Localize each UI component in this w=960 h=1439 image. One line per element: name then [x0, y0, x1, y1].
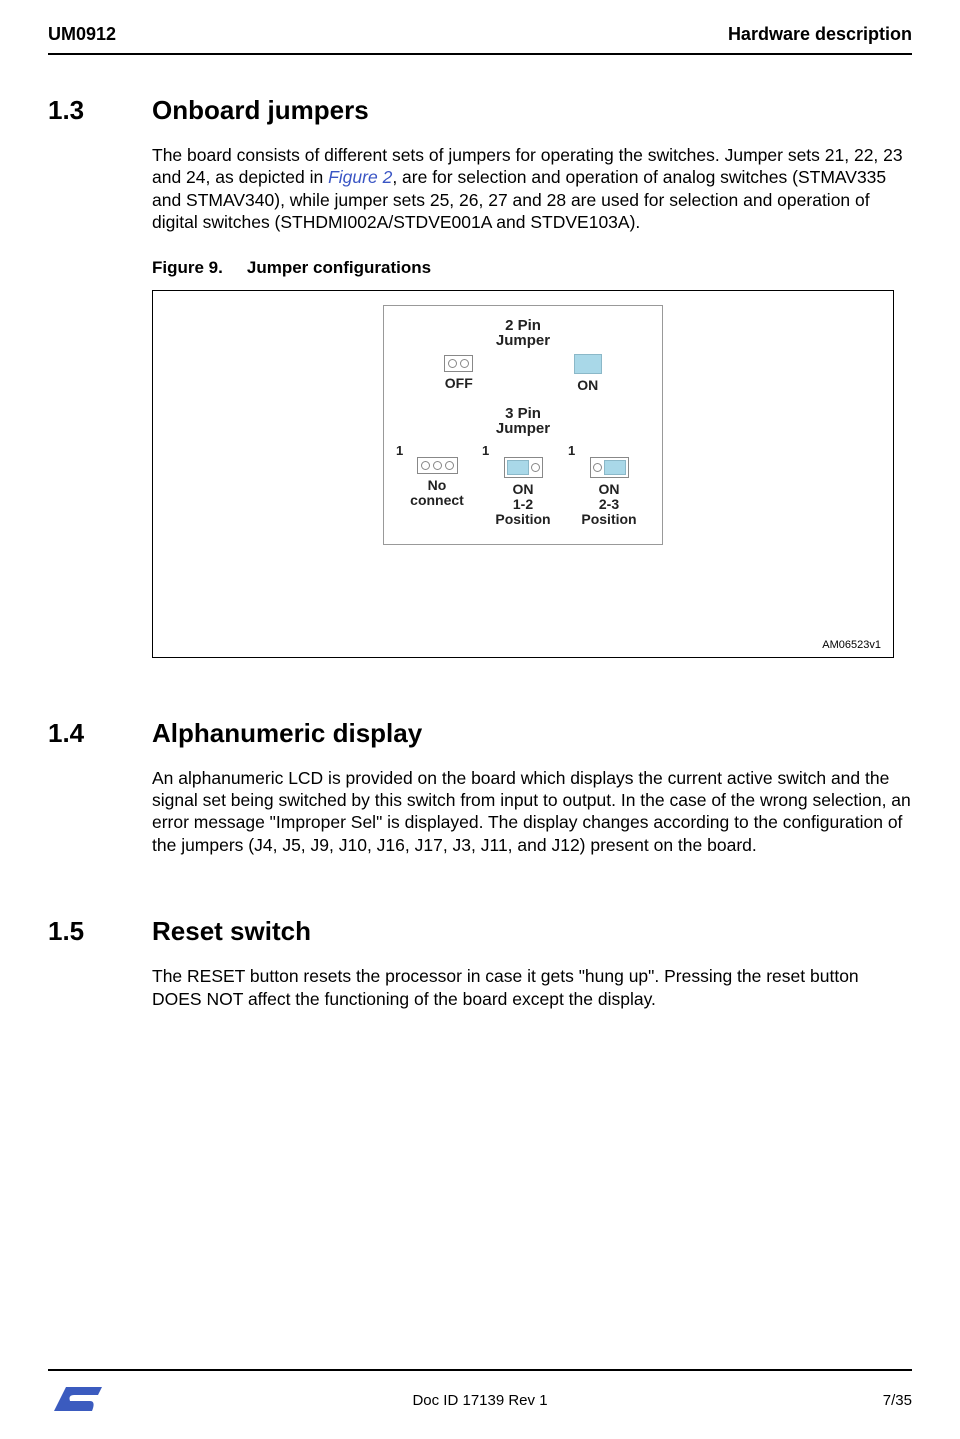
- jumper-3pin-noconnect: [417, 457, 458, 474]
- footer-docid: Doc ID 17139 Rev 1: [412, 1392, 547, 1409]
- heading-title: Alphanumeric display: [152, 718, 422, 749]
- heading-title: Onboard jumpers: [152, 95, 369, 126]
- label-2pin: 2 Pin Jumper: [394, 318, 652, 348]
- pin1-mark: 1: [394, 444, 480, 457]
- label-off: OFF: [445, 376, 473, 391]
- figure-label: Figure 9.: [152, 258, 223, 277]
- jumper-3pin-23: [590, 457, 629, 478]
- label-on23: ON 2-3 Position: [581, 482, 636, 526]
- heading-num: 1.3: [48, 95, 112, 126]
- label-on: ON: [577, 378, 598, 393]
- figure-diagram: 2 Pin Jumper OFF ON 3 Pin Jumper 1: [383, 305, 663, 546]
- para-1-5: The RESET button resets the processor in…: [152, 965, 912, 1010]
- figure-caption: Figure 9. Jumper configurations: [152, 258, 912, 278]
- label-3pin: 3 Pin Jumper: [394, 406, 652, 436]
- label-noconnect: No connect: [410, 478, 464, 507]
- st-logo-icon: [48, 1381, 106, 1419]
- figure-link[interactable]: Figure 2: [328, 167, 392, 187]
- doc-number: UM0912: [48, 24, 116, 45]
- heading-1-4: 1.4 Alphanumeric display: [48, 718, 912, 749]
- heading-title: Reset switch: [152, 916, 311, 947]
- pin1-mark: 1: [480, 444, 566, 457]
- footer-rule: [48, 1369, 912, 1371]
- jumper-3pin-12: [504, 457, 543, 478]
- header-rule: [48, 53, 912, 55]
- para-1-4: An alphanumeric LCD is provided on the b…: [152, 767, 912, 857]
- heading-num: 1.4: [48, 718, 112, 749]
- footer: Doc ID 17139 Rev 1 7/35: [48, 1369, 912, 1419]
- footer-page: 7/35: [883, 1392, 912, 1409]
- figure-frame: 2 Pin Jumper OFF ON 3 Pin Jumper 1: [152, 290, 894, 658]
- jumper-2pin-on: [574, 354, 602, 374]
- figure-reference: AM06523v1: [822, 639, 881, 651]
- heading-1-3: 1.3 Onboard jumpers: [48, 95, 912, 126]
- figure-title: Jumper configurations: [247, 258, 431, 277]
- pin1-mark: 1: [566, 444, 652, 457]
- label-on12: ON 1-2 Position: [495, 482, 550, 526]
- heading-1-5: 1.5 Reset switch: [48, 916, 912, 947]
- jumper-2pin-off: [444, 355, 473, 372]
- para-1-3: The board consists of different sets of …: [152, 144, 912, 234]
- section-name: Hardware description: [728, 24, 912, 45]
- heading-num: 1.5: [48, 916, 112, 947]
